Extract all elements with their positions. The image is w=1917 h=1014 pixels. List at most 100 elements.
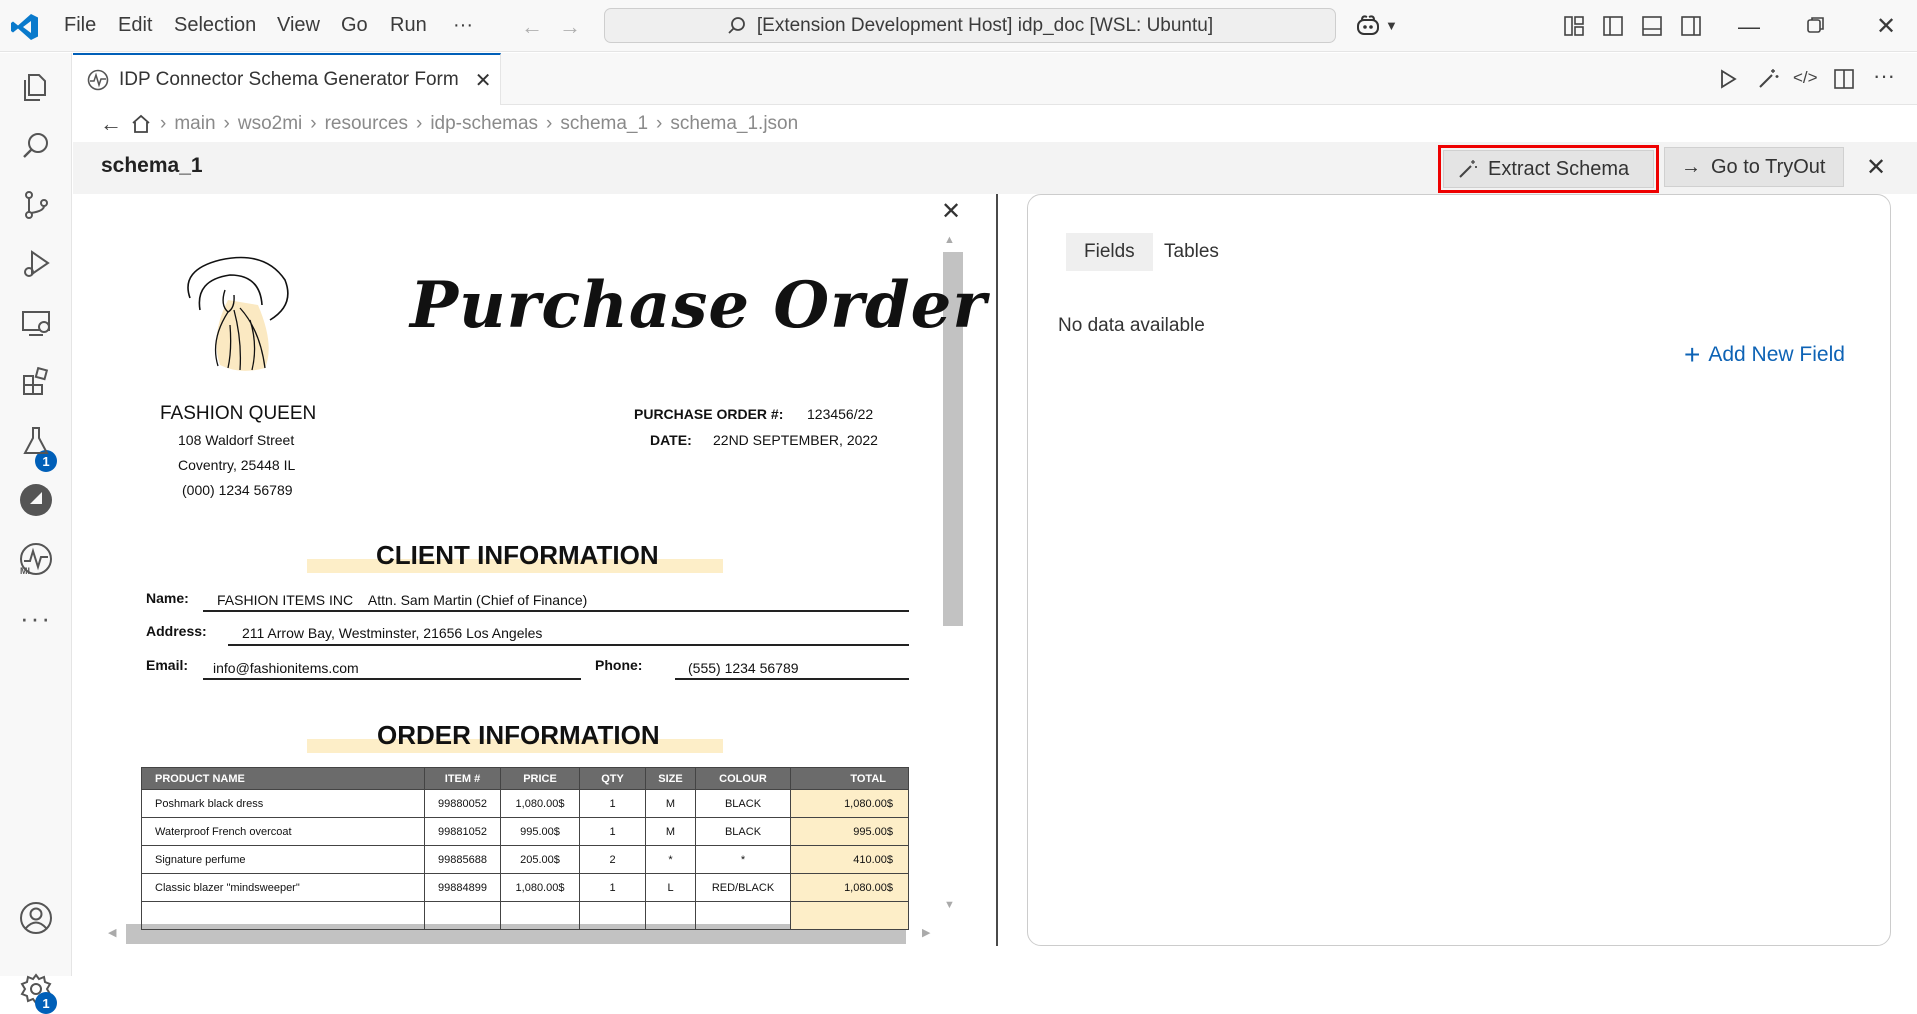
table-cell: M: [645, 817, 696, 846]
pane-divider[interactable]: [996, 194, 998, 946]
copilot-icon[interactable]: ▼: [1355, 12, 1398, 38]
company-city: Coventry, 25448 IL: [178, 457, 296, 473]
close-window-icon[interactable]: ✕: [1876, 12, 1896, 41]
table-cell: M: [645, 789, 696, 818]
column-header: PRODUCT NAME: [141, 767, 425, 790]
more-views-icon[interactable]: ···: [14, 596, 58, 640]
po-number-label: PURCHASE ORDER #:: [634, 406, 784, 422]
empty-state-text: No data available: [1058, 315, 1205, 336]
table-row: Classic blazer "mindsweeper" 99884899 1,08…: [141, 873, 909, 902]
remote-explorer-icon[interactable]: [14, 301, 58, 345]
menu-run[interactable]: Run: [390, 14, 427, 37]
table-row: Waterproof French overcoat 99881052 995.00…: [141, 817, 909, 846]
extensions-icon[interactable]: [14, 360, 58, 404]
table-cell: *: [695, 845, 791, 874]
menu-file[interactable]: File: [64, 14, 96, 37]
menu-more[interactable]: ···: [453, 14, 473, 37]
scroll-up-arrow[interactable]: ▲: [944, 234, 955, 246]
toggle-panel-icon[interactable]: [1641, 15, 1663, 37]
source-control-icon[interactable]: [14, 183, 58, 227]
scroll-down-arrow[interactable]: ▼: [944, 899, 955, 911]
extract-schema-label: Extract Schema: [1488, 157, 1630, 180]
breadcrumb-item[interactable]: schema_1: [560, 113, 648, 135]
extract-schema-button[interactable]: Extract Schema: [1443, 150, 1654, 188]
testing-icon[interactable]: [14, 419, 58, 463]
restore-icon[interactable]: [1806, 15, 1826, 35]
back-arrow-icon[interactable]: ←: [521, 14, 543, 40]
command-center[interactable]: [Extension Development Host] idp_doc [WS…: [604, 8, 1336, 43]
table-cell: Poshmark black dress: [141, 789, 425, 818]
menu-view[interactable]: View: [277, 14, 320, 37]
breadcrumb-item[interactable]: wso2mi: [238, 113, 302, 135]
menu-selection[interactable]: Selection: [174, 14, 256, 37]
magic-wand-icon: [1458, 159, 1478, 179]
mi-icon: [87, 69, 109, 91]
table-cell: 99885688: [424, 845, 501, 874]
client-phone-line: [675, 678, 909, 680]
settings-badge: 1: [35, 992, 57, 1014]
scroll-left-arrow[interactable]: ◀: [108, 926, 116, 939]
table-row: Poshmark black dress 99880052 1,080.00$ 1 M B…: [141, 789, 909, 818]
table-cell: 1,080.00$: [790, 789, 909, 818]
tab-fields[interactable]: Fields: [1066, 233, 1153, 271]
table-row: [141, 901, 909, 930]
table-cell: [695, 901, 791, 930]
table-cell: [500, 901, 580, 930]
column-header: QTY: [579, 767, 646, 790]
customize-layout-icon[interactable]: [1563, 15, 1585, 37]
menu-edit[interactable]: Edit: [118, 14, 152, 37]
go-to-tryout-button[interactable]: → Go to TryOut: [1664, 147, 1844, 187]
table-cell: Signature perfume: [141, 845, 425, 874]
table-cell: 2: [579, 845, 646, 874]
table-cell: 1,080.00$: [790, 873, 909, 902]
toggle-sidebar-icon[interactable]: [1602, 15, 1624, 37]
run-icon[interactable]: [1719, 69, 1737, 89]
company-phone: (000) 1234 56789: [182, 482, 293, 498]
column-header: ITEM #: [424, 767, 501, 790]
table-cell: 205.00$: [500, 845, 580, 874]
table-cell: 1: [579, 817, 646, 846]
plus-icon: +: [1684, 339, 1701, 370]
table-cell: BLACK: [695, 789, 791, 818]
close-tab-icon[interactable]: ✕: [475, 68, 492, 93]
activity-bar: 1 MI ··· 1: [0, 53, 72, 1014]
close-form-icon[interactable]: ✕: [1866, 153, 1886, 182]
search-icon[interactable]: [14, 124, 58, 168]
client-email-value: info@fashionitems.com: [213, 660, 359, 676]
close-preview-icon[interactable]: ✕: [941, 197, 961, 226]
forward-arrow-icon[interactable]: →: [559, 14, 581, 40]
breadcrumb: ← › main › wso2mi › resources › idp-schemas …: [100, 111, 799, 137]
explorer-icon[interactable]: [14, 65, 58, 109]
breadcrumb-item[interactable]: idp-schemas: [430, 113, 538, 135]
home-icon[interactable]: [130, 113, 152, 135]
breadcrumb-item[interactable]: resources: [325, 113, 408, 135]
tab-label: IDP Connector Schema Generator Form: [119, 69, 459, 90]
breadcrumb-item[interactable]: main: [174, 113, 215, 135]
table-cell: 99881052: [424, 817, 501, 846]
tab-tables[interactable]: Tables: [1146, 233, 1237, 271]
add-new-field-button[interactable]: + Add New Field: [1684, 339, 1845, 370]
tab-idp-schema-generator[interactable]: IDP Connector Schema Generator Form ✕: [73, 53, 501, 105]
menu-go[interactable]: Go: [341, 14, 368, 37]
micro-integrator-icon[interactable]: MI: [14, 537, 58, 581]
extract-schema-highlight: Extract Schema: [1438, 145, 1659, 193]
table-cell: *: [645, 845, 696, 874]
code-icon[interactable]: </>: [1793, 68, 1818, 88]
table-cell: [645, 901, 696, 930]
breadcrumb-item[interactable]: schema_1.json: [670, 113, 798, 135]
toggle-secondary-sidebar-icon[interactable]: [1680, 15, 1702, 37]
table-cell: [790, 901, 909, 930]
run-debug-icon[interactable]: [14, 242, 58, 286]
wso2-icon[interactable]: [14, 478, 58, 522]
client-email-label: Email:: [146, 657, 189, 673]
scroll-right-arrow[interactable]: ▶: [922, 926, 930, 939]
schema-title: schema_1: [101, 154, 203, 177]
accounts-icon[interactable]: [14, 896, 58, 940]
split-editor-icon[interactable]: [1833, 68, 1855, 90]
svg-text:MI: MI: [20, 566, 30, 576]
minimize-icon[interactable]: —: [1738, 14, 1760, 40]
editor-more-icon[interactable]: ···: [1873, 63, 1895, 89]
magic-wand-icon[interactable]: [1757, 68, 1779, 90]
client-name-line: [203, 610, 909, 612]
back-icon[interactable]: ←: [100, 111, 122, 137]
